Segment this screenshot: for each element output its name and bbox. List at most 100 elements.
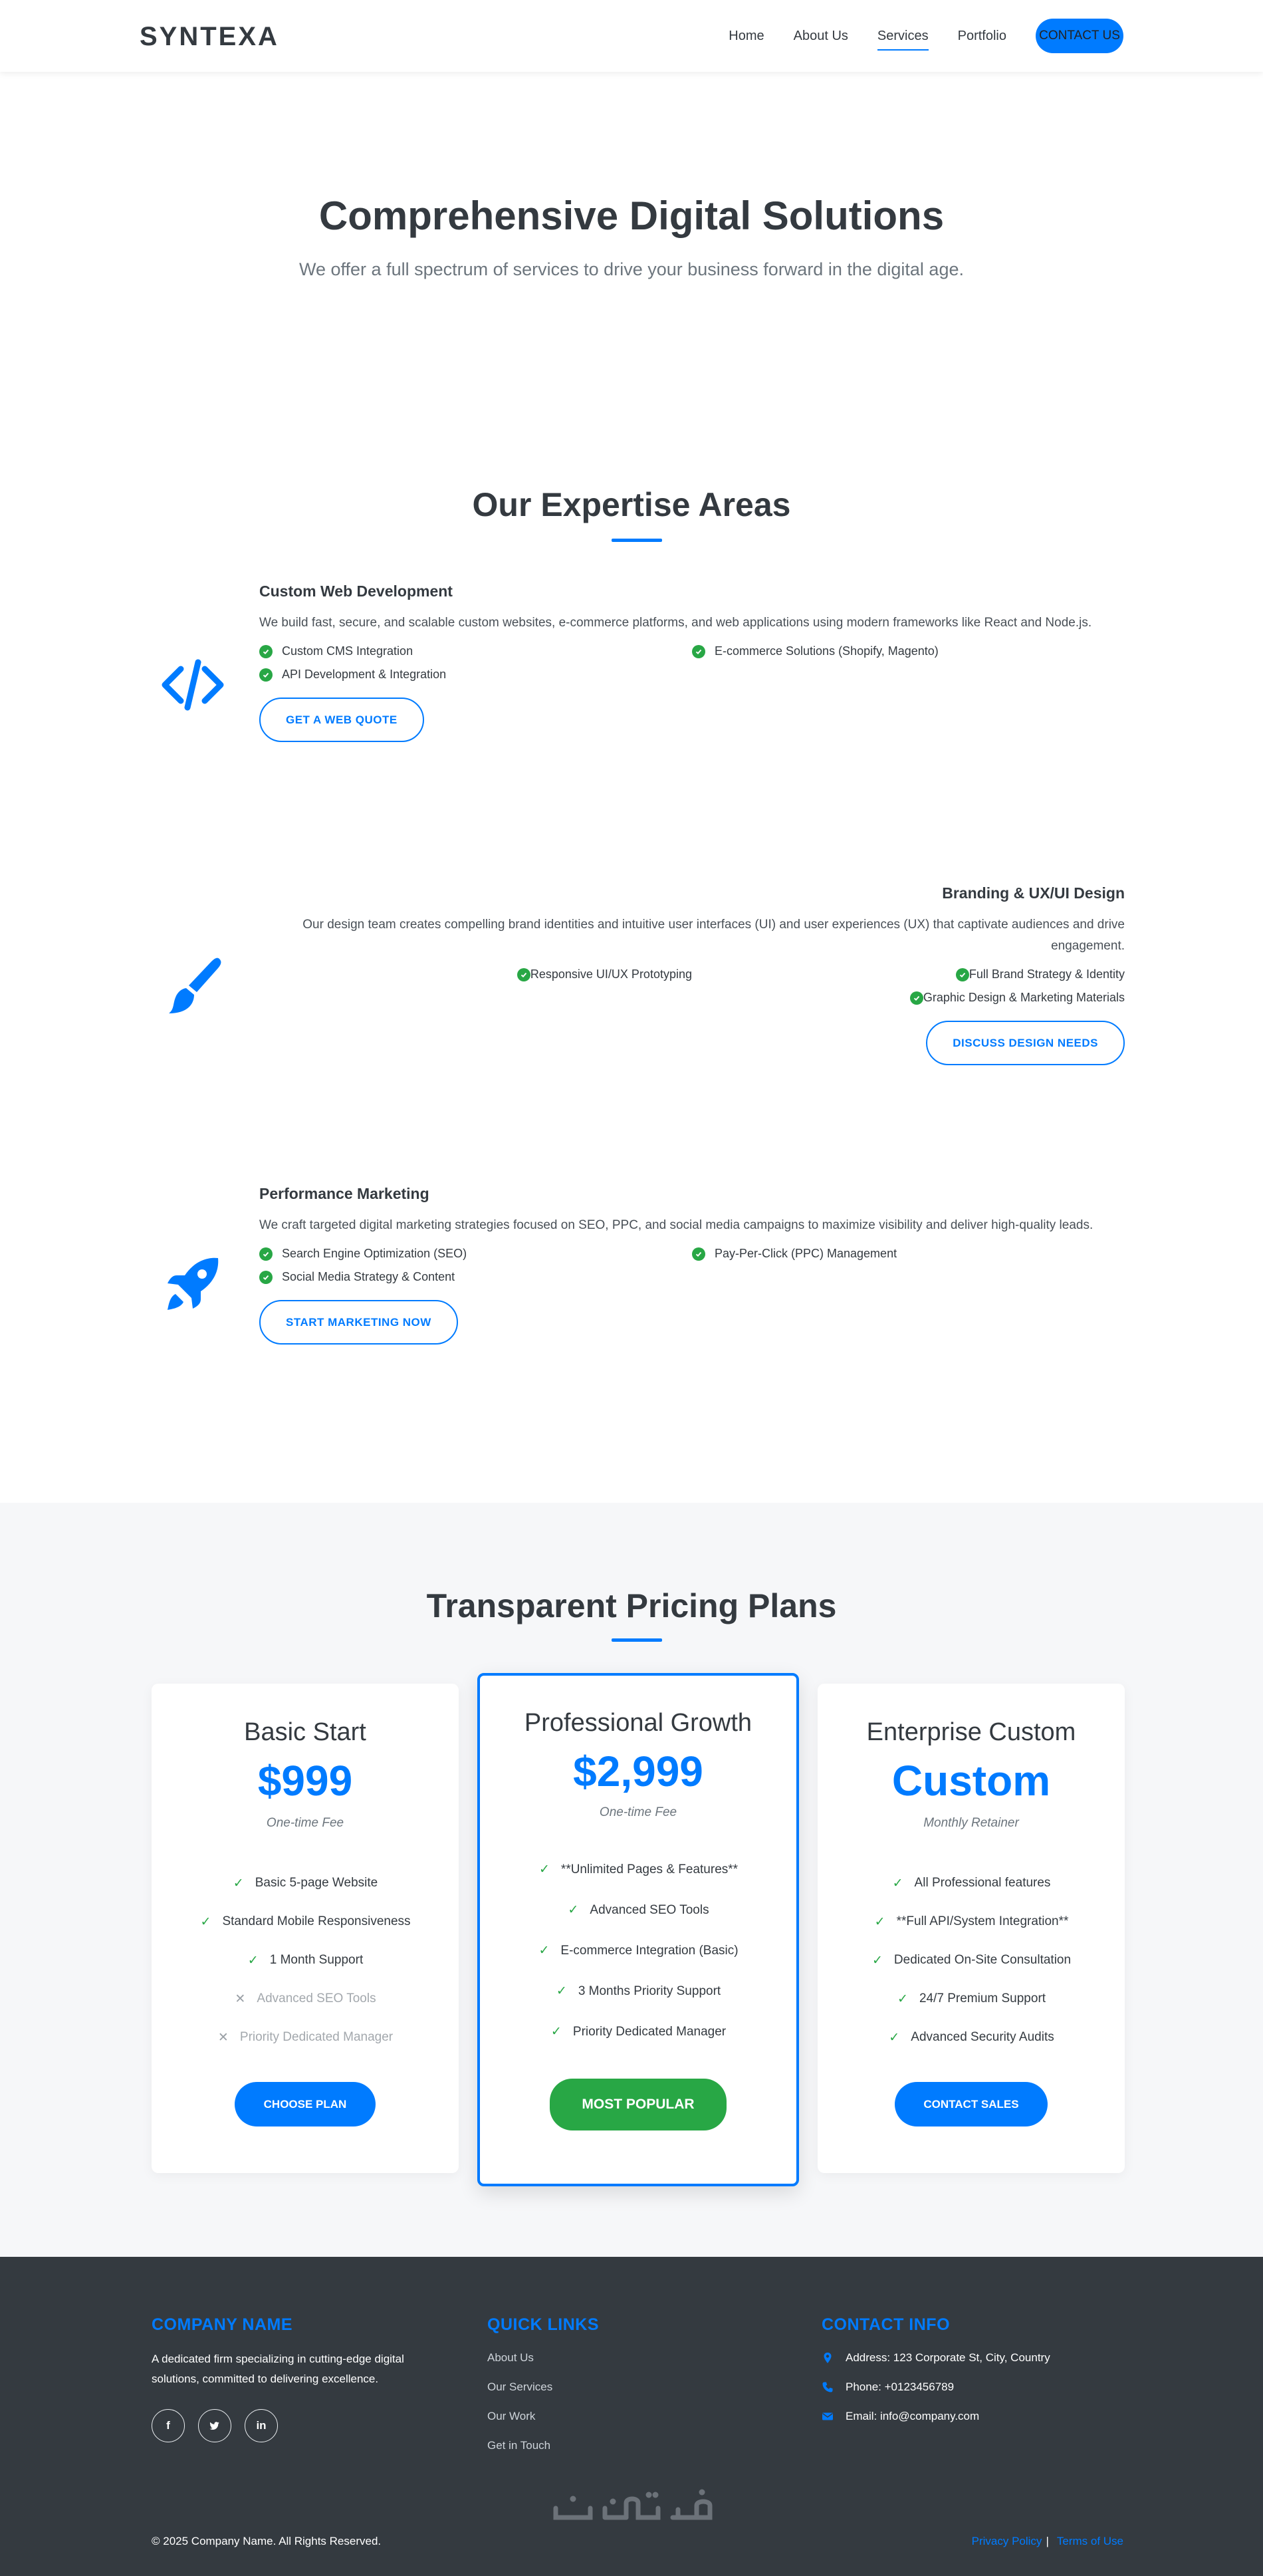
plan-feature-label: **Full API/System Integration** [896,1914,1069,1928]
nav-link-services[interactable]: Services [877,20,929,52]
service-branding-design: Branding & UX/UI Design Our design team … [259,884,1125,1065]
plan-feature: ✓ Basic 5-page Website [152,1864,459,1902]
plan-period: One-time Fee [266,1816,344,1830]
cross-icon: ✕ [235,1992,246,2006]
plan-feature: ✕ Advanced SEO Tools [152,1980,459,2018]
brand-logo[interactable]: SYNTEXA [140,22,279,52]
copyright: © 2025 Company Name. All Rights Reserved… [152,2535,382,2547]
feature-label: Social Media Strategy & Content [282,1270,455,1283]
plan-feature: ✓ 1 Month Support [152,1941,459,1980]
service-web-development: Custom Web Development We build fast, se… [259,582,1125,742]
linkedin-icon[interactable]: in [245,2409,278,2442]
plan-feature: ✓ Standard Mobile Responsiveness [152,1902,459,1941]
nav-link-about[interactable]: About Us [794,20,848,52]
check-circle-icon [259,1270,273,1284]
plan-feature-label: 3 Months Priority Support [578,1984,721,1998]
feature-item: Search Engine Optimization (SEO) [259,1247,692,1261]
service-title: Custom Web Development [259,582,453,600]
plan-feature: ✓ Dedicated On-Site Consultation [818,1941,1125,1980]
feature-label: E-commerce Solutions (Shopify, Magento) [715,644,939,658]
feature-item: Pay-Per-Click (PPC) Management [692,1247,1125,1261]
hero-section: Comprehensive Digital Solutions We offer… [0,72,1263,431]
footer-link-services[interactable]: Our Services [487,2380,599,2394]
plan-feature-list: ✓ All Professional features ✓ **Full API/S… [818,1864,1125,2057]
footer-company-column: COMPANY NAME A dedicated firm specializi… [152,2315,444,2442]
plan-feature: ✓ E-commerce Integration (Basic) [480,1930,796,1971]
footer-link-work[interactable]: Our Work [487,2409,599,2424]
plan-feature-label: Advanced Security Audits [911,2030,1054,2044]
twitter-icon[interactable] [198,2409,231,2442]
code-icon [158,650,227,719]
pricing-card-basic: Basic Start $999 One-time Fee ✓ Basic 5-p… [152,1684,459,2173]
check-circle-icon [909,991,923,1005]
feature-item: API Development & Integration [259,668,692,682]
plan-feature-label: Advanced SEO Tools [257,1992,376,2005]
plan-feature-label: Priority Dedicated Manager [239,2030,394,2044]
check-icon: ✓ [550,2025,562,2039]
contact-sales-button[interactable]: CONTACT SALES [895,2082,1048,2126]
plan-feature-label: 1 Month Support [269,1953,364,1967]
contact-email: Email: info@company.com [822,2409,1050,2424]
plan-feature: ✓ 24/7 Premium Support [818,1980,1125,2018]
start-marketing-button[interactable]: START MARKETING NOW [259,1300,458,1345]
check-icon: ✓ [892,1876,903,1890]
plan-period: Monthly Retainer [923,1816,1019,1830]
footer-link-about[interactable]: About Us [487,2351,599,2365]
title-underline [612,1638,662,1642]
footer-link-contact[interactable]: Get in Touch [487,2438,599,2453]
contact-address: Address: 123 Corporate St, City, Country [822,2351,1050,2365]
feature-item: Responsive UI/UX Prototyping [259,967,692,981]
check-circle-icon [955,967,969,981]
get-web-quote-button[interactable]: GET A WEB QUOTE [259,698,424,742]
feature-list: Custom CMS Integration E-commerce Soluti… [259,644,1125,682]
feature-item: Full Brand Strategy & Identity [692,967,1125,981]
feature-item: Custom CMS Integration [259,644,692,658]
cross-icon: ✕ [217,2030,229,2045]
plan-name: Enterprise Custom [866,1718,1076,1746]
plan-feature-label: Standard Mobile Responsiveness [222,1914,411,1928]
feature-item: Social Media Strategy & Content [259,1270,692,1284]
plan-feature: ✓ All Professional features [818,1864,1125,1902]
feature-list: Full Brand Strategy & Identity Responsiv… [259,967,1125,1005]
footer-links-title: QUICK LINKS [487,2315,599,2334]
plan-feature: ✓ 3 Months Priority Support [480,1971,796,2011]
choose-plan-button[interactable]: CHOOSE PLAN [235,2082,376,2126]
nav-link-portfolio[interactable]: Portfolio [958,20,1006,52]
plan-feature-label: E-commerce Integration (Basic) [560,1943,739,1958]
plan-feature: ✓ Priority Dedicated Manager [480,2011,796,2052]
contact-email-text: Email: info@company.com [846,2410,980,2422]
contact-phone: Phone: +0123456789 [822,2380,1050,2394]
service-description: We build fast, secure, and scalable cust… [259,616,1092,630]
footer-links-list: About Us Our Services Our Work Get in To… [487,2351,599,2453]
footer-company-title: COMPANY NAME [152,2315,293,2334]
hero-subtitle: We offer a full spectrum of services to … [299,259,964,279]
plan-feature-list: ✓ **Unlimited Pages & Features** ✓ Advance… [480,1849,796,2052]
plan-feature-label: **Unlimited Pages & Features** [560,1862,739,1876]
feature-label: Custom CMS Integration [282,644,413,658]
service-description: We craft targeted digital marketing stra… [259,1218,1093,1232]
check-icon: ✓ [556,1984,567,1998]
plan-price: $2,999 [573,1747,703,1795]
privacy-policy-link[interactable]: Privacy Policy [972,2535,1042,2548]
contact-us-button[interactable]: CONTACT US [1036,19,1123,53]
plan-feature: ✓ Advanced Security Audits [818,2018,1125,2057]
phone-icon [822,2382,833,2392]
plan-feature-label: Basic 5-page Website [255,1876,378,1890]
check-icon: ✓ [200,1914,211,1929]
rocket-icon [158,1250,227,1319]
plan-feature-label: 24/7 Premium Support [919,1992,1046,2005]
terms-of-use-link[interactable]: Terms of Use [1057,2535,1123,2548]
nav-link-home[interactable]: Home [729,20,764,52]
facebook-icon[interactable]: f [152,2409,185,2442]
contact-phone-text: Phone: +0123456789 [846,2381,955,2393]
service-title: Performance Marketing [259,1185,429,1202]
check-icon: ✓ [871,1953,883,1968]
footer-contact-column: CONTACT INFO Address: 123 Corporate St, … [822,2315,1050,2438]
pricing-card-professional: Professional Growth $2,999 One-time Fee … [477,1673,799,2186]
plan-feature: ✓ **Full API/System Integration** [818,1902,1125,1941]
most-popular-button[interactable]: MOST POPULAR [550,2079,727,2130]
plan-feature-label: Advanced SEO Tools [590,1902,709,1917]
check-icon: ✓ [233,1876,244,1890]
feature-label: Search Engine Optimization (SEO) [282,1247,467,1260]
discuss-design-needs-button[interactable]: DISCUSS DESIGN NEEDS [926,1021,1125,1065]
